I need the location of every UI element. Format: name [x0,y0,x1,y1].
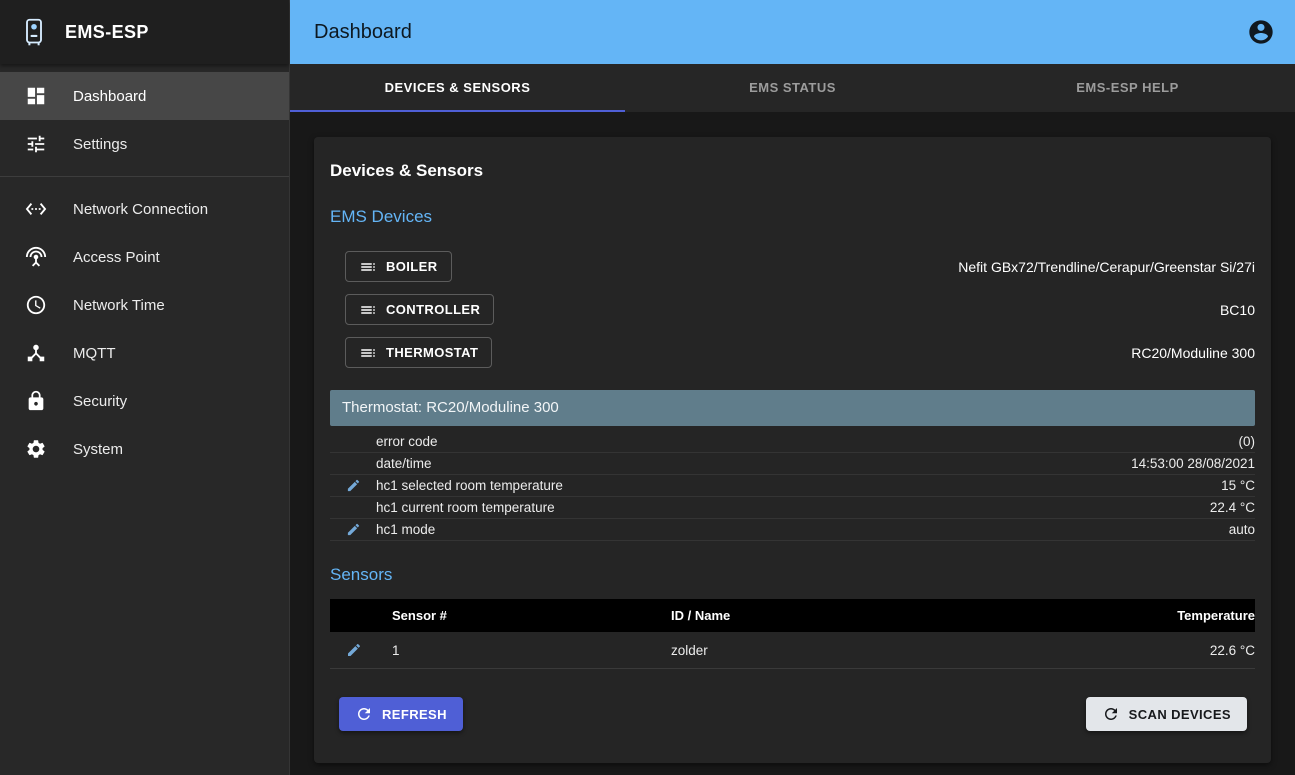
device-detail-table: error code (0) date/time 14:53:00 28/08/… [330,431,1255,541]
gear-icon [25,438,47,460]
column-id-name: ID / Name [671,608,1085,623]
boiler-device-button[interactable]: BOILER [345,251,452,282]
device-model: BC10 [1220,302,1255,318]
device-row-controller: CONTROLLER BC10 [330,294,1255,325]
clock-icon [25,294,47,316]
device-type-label: CONTROLLER [386,302,480,317]
sidebar-header: EMS-ESP [0,0,289,64]
sidebar-item-dashboard[interactable]: Dashboard [0,72,289,120]
sensor-table: Sensor # ID / Name Temperature 1 zolder … [330,599,1255,669]
device-type-label: THERMOSTAT [386,345,478,360]
column-sensor-number: Sensor # [392,608,671,623]
devices-sensors-card: Devices & Sensors EMS Devices BOILER Nef… [314,137,1271,763]
sensor-name: zolder [671,643,1085,658]
device-type-label: BOILER [386,259,438,274]
list-icon [359,344,377,362]
sidebar-item-label: Network Connection [73,201,208,218]
sidebar-item-settings[interactable]: Settings [0,120,289,168]
app-title: EMS-ESP [65,22,149,43]
detail-name: hc1 selected room temperature [376,478,1221,493]
sidebar-item-security[interactable]: Security [0,377,289,425]
detail-name: hc1 current room temperature [376,500,1210,515]
main-column: Dashboard DEVICES & SENSORS EMS STATUS E… [290,0,1295,775]
controller-device-button[interactable]: CONTROLLER [345,294,494,325]
detail-row: error code (0) [330,431,1255,453]
sidebar-nav: Dashboard Settings Network Connection [0,64,289,473]
device-hub-icon [25,342,47,364]
sensor-temperature: 22.6 °C [1085,643,1255,658]
sidebar-item-label: Access Point [73,249,160,266]
ethernet-icon [25,198,47,220]
detail-value: (0) [1239,434,1256,449]
ems-devices-heading: EMS Devices [330,207,1255,227]
detail-name: date/time [376,456,1131,471]
sidebar-item-access-point[interactable]: Access Point [0,233,289,281]
sensor-table-header: Sensor # ID / Name Temperature [330,599,1255,632]
column-temperature: Temperature [1085,608,1255,623]
sensor-row: 1 zolder 22.6 °C [330,632,1255,669]
sensor-number: 1 [392,643,671,658]
detail-row: date/time 14:53:00 28/08/2021 [330,453,1255,475]
edit-pencil-icon[interactable] [330,478,376,493]
refresh-icon [355,705,373,723]
boiler-logo-icon [16,14,52,50]
tab-label: EMS STATUS [749,80,836,95]
sidebar-item-label: Network Time [73,297,165,314]
refresh-button[interactable]: REFRESH [339,697,463,731]
detail-name: hc1 mode [376,522,1229,537]
detail-value: 22.4 °C [1210,500,1255,515]
sidebar-item-mqtt[interactable]: MQTT [0,329,289,377]
thermostat-device-button[interactable]: THERMOSTAT [345,337,492,368]
device-detail-header: Thermostat: RC20/Moduline 300 [330,390,1255,426]
sidebar-item-label: Security [73,393,127,410]
tab-ems-esp-help[interactable]: EMS-ESP HELP [960,64,1295,112]
detail-value: 15 °C [1221,478,1255,493]
refresh-icon [1102,705,1120,723]
detail-row: hc1 selected room temperature 15 °C [330,475,1255,497]
dashboard-icon [25,85,47,107]
edit-pencil-icon[interactable] [330,642,392,658]
sidebar-item-network-connection[interactable]: Network Connection [0,185,289,233]
list-icon [359,301,377,319]
ems-esp-app: EMS-ESP Dashboard Settings Network [0,0,1295,775]
tab-ems-status[interactable]: EMS STATUS [625,64,960,112]
antenna-icon [25,246,47,268]
action-buttons-row: REFRESH SCAN DEVICES [330,697,1255,731]
tune-icon [25,133,47,155]
sidebar-item-label: MQTT [73,345,116,362]
device-row-thermostat: THERMOSTAT RC20/Moduline 300 [330,337,1255,368]
content-area: Devices & Sensors EMS Devices BOILER Nef… [290,112,1295,775]
device-model: Nefit GBx72/Trendline/Cerapur/Greenstar … [958,259,1255,275]
tab-label: EMS-ESP HELP [1076,80,1179,95]
account-circle-icon[interactable] [1247,18,1275,46]
sidebar-item-label: System [73,441,123,458]
detail-value: auto [1229,522,1255,537]
scan-devices-button[interactable]: SCAN DEVICES [1086,697,1247,731]
sidebar-item-label: Settings [73,136,127,153]
tab-bar: DEVICES & SENSORS EMS STATUS EMS-ESP HEL… [290,64,1295,112]
detail-name: error code [376,434,1239,449]
detail-row: hc1 mode auto [330,519,1255,541]
sidebar: EMS-ESP Dashboard Settings Network [0,0,290,775]
sidebar-item-label: Dashboard [73,88,146,105]
edit-pencil-icon[interactable] [330,522,376,537]
sidebar-item-system[interactable]: System [0,425,289,473]
list-icon [359,258,377,276]
sidebar-item-network-time[interactable]: Network Time [0,281,289,329]
topbar: Dashboard [290,0,1295,64]
page-title: Dashboard [314,21,412,44]
lock-icon [25,390,47,412]
card-title: Devices & Sensors [330,161,1255,181]
tab-devices-sensors[interactable]: DEVICES & SENSORS [290,64,625,112]
sidebar-divider [0,176,289,177]
device-model: RC20/Moduline 300 [1131,345,1255,361]
detail-value: 14:53:00 28/08/2021 [1131,456,1255,471]
device-row-boiler: BOILER Nefit GBx72/Trendline/Cerapur/Gre… [330,251,1255,282]
detail-row: hc1 current room temperature 22.4 °C [330,497,1255,519]
sensors-heading: Sensors [330,565,1255,585]
scan-devices-button-label: SCAN DEVICES [1129,707,1231,722]
tab-label: DEVICES & SENSORS [385,80,531,95]
refresh-button-label: REFRESH [382,707,447,722]
